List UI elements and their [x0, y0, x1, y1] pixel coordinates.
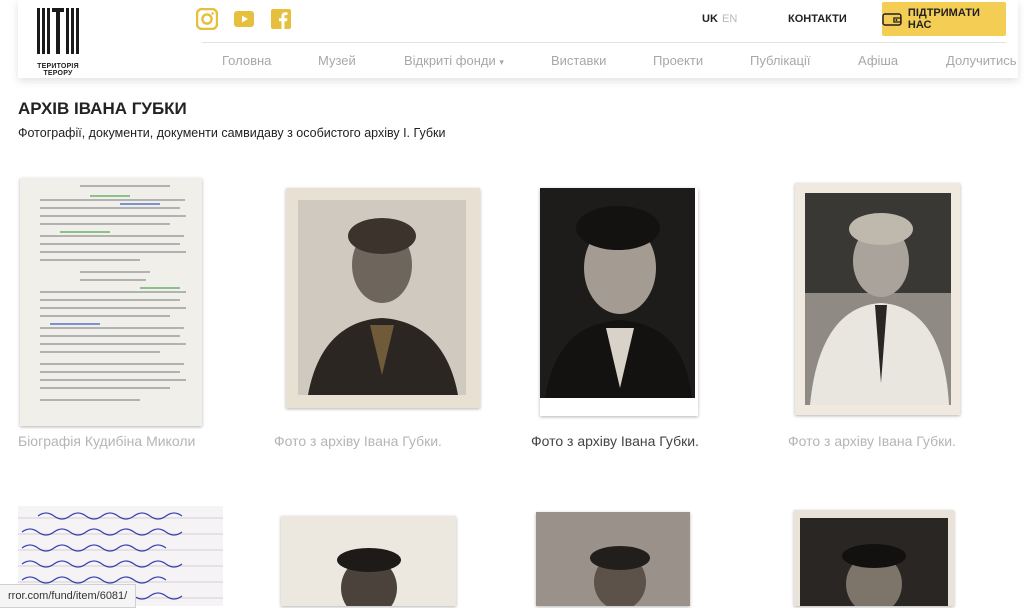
nav-projects[interactable]: Проекти [653, 53, 703, 68]
nav-museum[interactable]: Музей [318, 53, 356, 68]
portrait-icon [800, 518, 948, 606]
lang-en-link[interactable]: EN [722, 13, 737, 25]
logo-text: ТЕРИТОРІЯ ТЕРОРУ [37, 63, 79, 77]
item-caption[interactable]: Біографія Кудибіна Миколи [18, 433, 195, 449]
nav-open-funds-label: Відкриті фонди [404, 53, 496, 68]
header-divider [202, 42, 1006, 43]
portrait-icon [805, 193, 951, 405]
youtube-icon[interactable] [233, 8, 255, 30]
photo-thumbnail[interactable] [281, 516, 456, 606]
photo-thumbnail[interactable] [540, 188, 698, 416]
nav-join[interactable]: Долучитись [946, 53, 1017, 68]
page-title: АРХІВ ІВАНА ГУБКИ [18, 99, 187, 118]
portrait-icon [337, 548, 401, 606]
support-button[interactable]: ПІДТРИМАТИ НАС [882, 2, 1006, 36]
nav-exhibitions[interactable]: Виставки [551, 53, 606, 68]
nav-open-funds[interactable]: Відкриті фонди ▾ [404, 53, 504, 68]
document-lines [40, 185, 186, 401]
photo-thumbnail[interactable] [286, 188, 480, 408]
logo-mark-icon [33, 6, 83, 56]
wallet-icon [882, 13, 902, 26]
portrait-icon [536, 512, 690, 606]
status-bar-url: rror.com/fund/item/6081/ [0, 584, 137, 608]
portrait-icon [308, 218, 458, 395]
photo-inner [298, 200, 466, 395]
nav-events[interactable]: Афіша [858, 53, 898, 68]
contacts-link[interactable]: КОНТАКТИ [788, 13, 847, 25]
photo-inner [540, 188, 695, 398]
site-logo[interactable]: ТЕРИТОРІЯ ТЕРОРУ [30, 6, 86, 77]
chevron-down-icon: ▾ [499, 57, 504, 67]
portrait-icon [545, 206, 692, 398]
facebook-icon[interactable] [270, 8, 292, 30]
nav-home[interactable]: Головна [222, 53, 271, 68]
item-caption[interactable]: Фото з архіву Івана Губки. [274, 433, 442, 449]
document-thumbnail[interactable] [20, 178, 202, 426]
site-header: ТЕРИТОРІЯ ТЕРОРУ UK EN КОНТАКТИ ПІДТРИМА… [18, 0, 1018, 78]
instagram-icon[interactable] [196, 8, 218, 30]
lang-uk-link[interactable]: UK [702, 13, 718, 25]
photo-inner [805, 193, 951, 405]
photo-thumbnail[interactable] [794, 510, 954, 606]
photo-thumbnail[interactable] [795, 183, 960, 415]
nav-publications[interactable]: Публікації [750, 53, 810, 68]
item-caption[interactable]: Фото з архіву Івана Губки. [531, 433, 699, 449]
item-caption[interactable]: Фото з архіву Івана Губки. [788, 433, 956, 449]
support-label: ПІДТРИМАТИ НАС [907, 7, 980, 31]
page-subtitle: Фотографії, документи, документи самвида… [18, 126, 446, 140]
photo-thumbnail[interactable] [536, 512, 690, 606]
